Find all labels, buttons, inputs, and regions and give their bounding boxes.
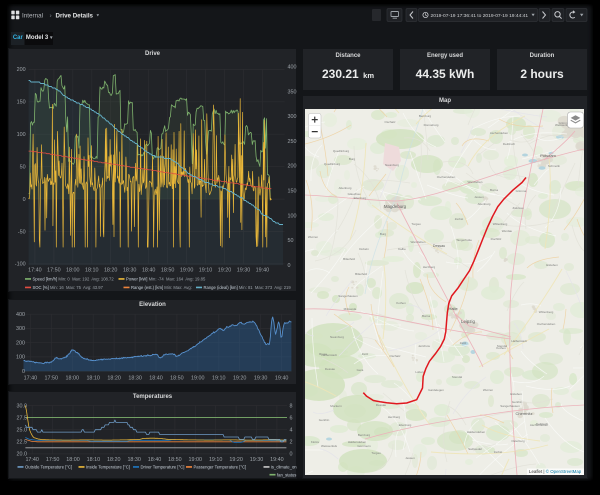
svg-text:is_climate_on: is_climate_on (271, 464, 297, 469)
svg-text:›: › (50, 12, 52, 19)
svg-text:Outside Temperature [°C]: Outside Temperature [°C] (25, 464, 72, 469)
svg-text:18:50: 18:50 (168, 457, 182, 463)
svg-text:18:50: 18:50 (170, 376, 184, 382)
svg-text:27.5: 27.5 (17, 415, 28, 421)
svg-text:18:40: 18:40 (149, 376, 163, 382)
svg-text:19:10: 19:10 (209, 457, 223, 463)
svg-text:18:00: 18:00 (66, 457, 80, 463)
svg-text:18:10: 18:10 (86, 376, 100, 382)
svg-text:Driver Temperature [°C]: Driver Temperature [°C] (141, 464, 185, 469)
svg-text:100: 100 (16, 355, 25, 361)
svg-text:18:40: 18:40 (148, 457, 162, 463)
svg-text:Power [kW] Min: -74 Max: 164: Power [kW] Min: -74 Max: 164 Avg: 19.85 (126, 277, 206, 282)
svg-text:18:10: 18:10 (87, 457, 101, 463)
svg-text:19:40: 19:40 (275, 376, 289, 382)
svg-text:18:20: 18:20 (107, 457, 121, 463)
svg-text:Range (est.) [km] Min: Max: Av: Range (est.) [km] Min: Max: Avg: (131, 285, 192, 290)
svg-text:300: 300 (16, 326, 25, 332)
svg-text:17:40: 17:40 (24, 376, 38, 382)
svg-text:Inside Temperature [°C]: Inside Temperature [°C] (86, 464, 130, 469)
svg-text:400: 400 (16, 312, 25, 318)
svg-text:18:20: 18:20 (107, 376, 121, 382)
svg-text:17:50: 17:50 (46, 457, 60, 463)
svg-text:19:00: 19:00 (189, 457, 203, 463)
svg-text:0: 0 (22, 369, 25, 375)
svg-text:17:50: 17:50 (45, 376, 59, 382)
svg-text:19:30: 19:30 (250, 457, 264, 463)
svg-text:Speed [km/h] Min: 0 Max: 192: Speed [km/h] Min: 0 Max: 192 Avg: 108.72 (33, 277, 115, 282)
svg-text:18:30: 18:30 (127, 457, 141, 463)
svg-text:19:20: 19:20 (229, 457, 243, 463)
svg-text:6: 6 (290, 415, 293, 421)
svg-text:Drive Details: Drive Details (56, 12, 94, 19)
svg-text:18:00: 18:00 (66, 376, 80, 382)
svg-text:Passenger Temperature [°C]: Passenger Temperature [°C] (194, 464, 247, 469)
svg-text:19:10: 19:10 (212, 376, 226, 382)
svg-text:8: 8 (290, 403, 293, 409)
svg-text:19:00: 19:00 (191, 376, 205, 382)
svg-text:SOC [%] Min: 16 Max: 75 Avg:: SOC [%] Min: 16 Max: 75 Avg: 43.97 (33, 285, 104, 290)
svg-text:200: 200 (16, 341, 25, 347)
svg-text:0: 0 (290, 451, 293, 457)
svg-text:2019-07-19 17:36:41 to 2019-07: 2019-07-19 17:36:41 to 2019-07-19 19:44:… (431, 13, 529, 19)
svg-text:19:20: 19:20 (233, 376, 247, 382)
svg-text:Leaflet | © OpenStreetMap: Leaflet | © OpenStreetMap (529, 469, 582, 474)
svg-text:25.0: 25.0 (17, 427, 28, 433)
svg-text:19:30: 19:30 (254, 376, 268, 382)
svg-text:18:30: 18:30 (128, 376, 142, 382)
svg-text:4: 4 (290, 427, 293, 433)
svg-text:30.0: 30.0 (17, 403, 28, 409)
svg-text:19:40: 19:40 (270, 457, 284, 463)
svg-text:17:40: 17:40 (25, 457, 39, 463)
svg-text:Range (ideal) [km] Min: 81 Ma: Range (ideal) [km] Min: 81 Max: 373 Avg:… (204, 285, 292, 290)
svg-text:22.5: 22.5 (17, 439, 28, 445)
svg-text:Internal: Internal (22, 12, 43, 19)
svg-text:2: 2 (290, 439, 293, 445)
svg-text:fan_status: fan_status (277, 472, 296, 477)
